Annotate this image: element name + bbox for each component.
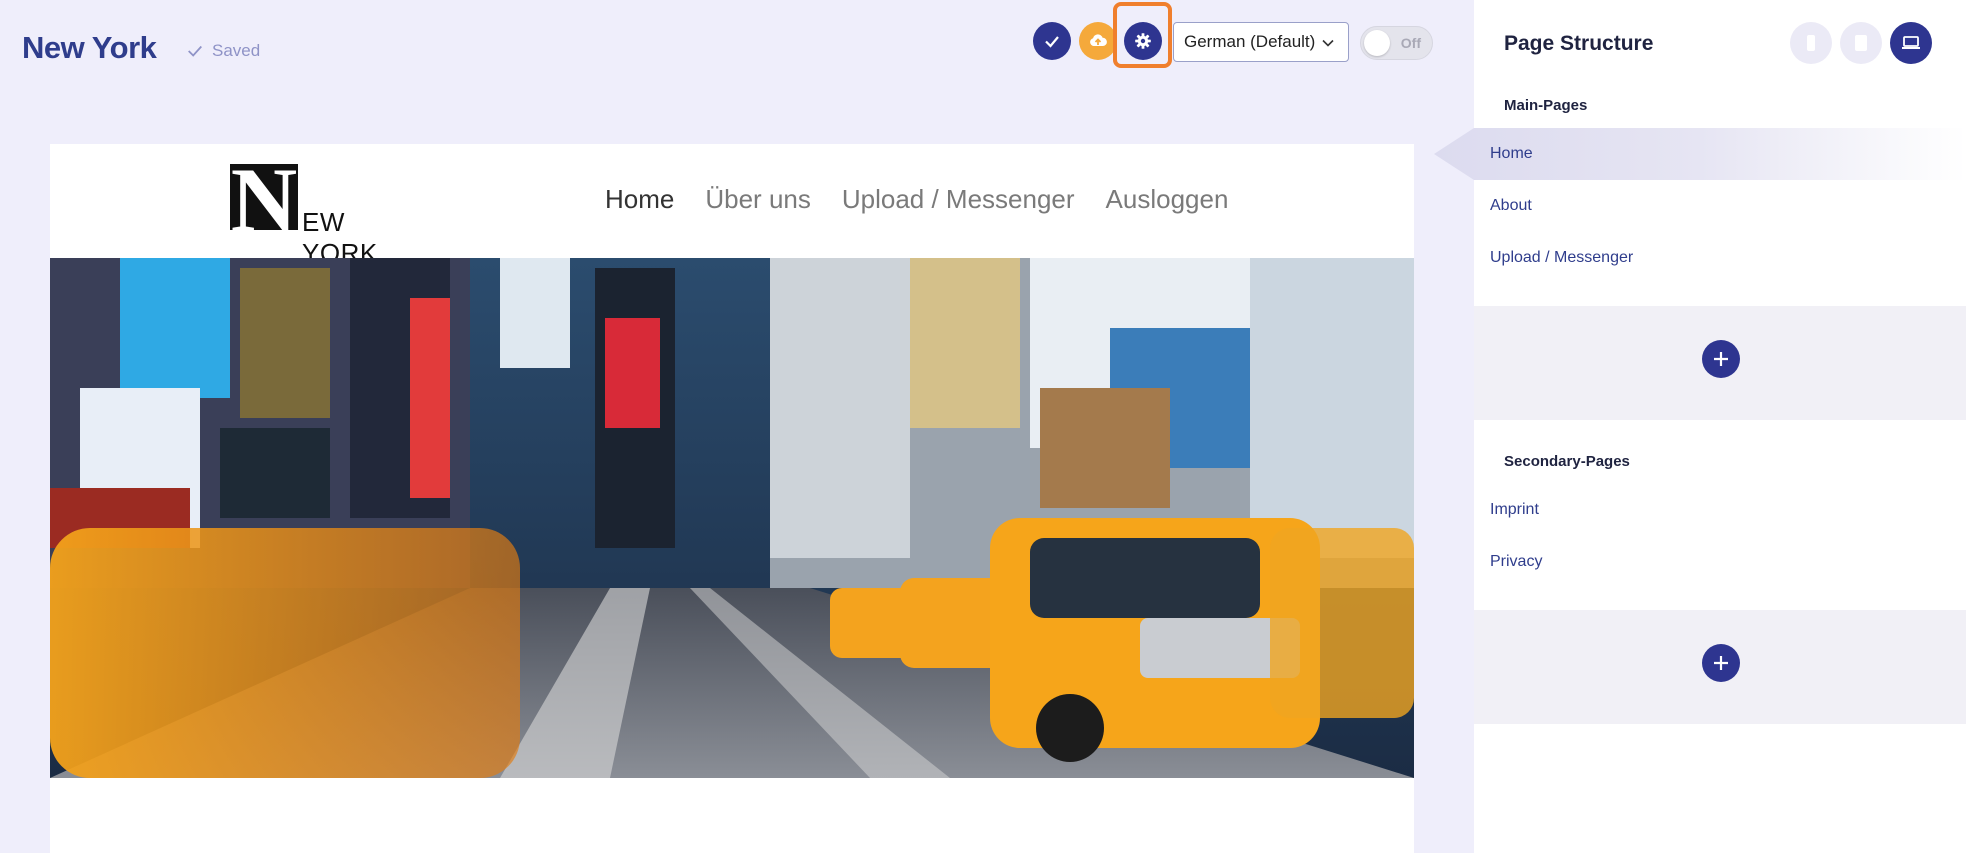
save-status: Saved: [186, 41, 260, 61]
upload-button[interactable]: [1079, 22, 1117, 60]
page-title: New York: [22, 30, 157, 65]
desktop-icon: [1902, 36, 1920, 49]
preview-toggle[interactable]: Off: [1360, 26, 1433, 60]
secondary-pages-title: Secondary-Pages: [1504, 453, 1630, 470]
logo-mark: N: [230, 154, 298, 246]
tablet-view-button[interactable]: [1840, 22, 1882, 64]
desktop-view-button[interactable]: [1890, 22, 1932, 64]
site-nav: Home Über uns Upload / Messenger Auslogg…: [605, 184, 1228, 215]
add-main-page-button[interactable]: [1702, 340, 1740, 378]
language-select[interactable]: German (Default): [1173, 22, 1349, 62]
plus-icon: [1714, 656, 1728, 670]
settings-highlight: [1113, 2, 1172, 68]
tablet-icon: [1855, 35, 1867, 51]
secondary-pages-add-area: [1474, 610, 1966, 724]
site-logo[interactable]: N EW YORK: [230, 154, 420, 268]
main-pages-add-area: [1474, 306, 1966, 420]
page-item-home[interactable]: Home: [1490, 145, 1533, 163]
panel-title: Page Structure: [1504, 32, 1654, 55]
site-nav-home[interactable]: Home: [605, 184, 674, 215]
language-select-value: German (Default): [1184, 32, 1316, 51]
page-item-upload[interactable]: Upload / Messenger: [1490, 249, 1633, 267]
check-icon: [188, 45, 202, 57]
toggle-label: Off: [1400, 35, 1421, 51]
hero-image: [50, 258, 1414, 778]
chevron-down-icon: [1322, 39, 1334, 47]
plus-icon: [1714, 352, 1728, 366]
logo-initial: N: [230, 149, 298, 251]
site-nav-logout[interactable]: Ausloggen: [1106, 184, 1229, 215]
page-structure-panel: Page Structure Main-Pages Home About Upl…: [1434, 0, 1966, 853]
save-status-label: Saved: [212, 41, 261, 60]
add-secondary-page-button[interactable]: [1702, 644, 1740, 682]
mobile-icon: [1807, 35, 1815, 51]
mobile-view-button[interactable]: [1790, 22, 1832, 64]
site-preview: N EW YORK Home Über uns Upload / Messeng…: [50, 144, 1414, 853]
page-item-about[interactable]: About: [1490, 197, 1532, 215]
site-nav-upload[interactable]: Upload / Messenger: [842, 184, 1075, 215]
check-icon: [1045, 36, 1059, 48]
main-pages-title: Main-Pages: [1504, 97, 1588, 114]
page-item-imprint[interactable]: Imprint: [1490, 501, 1539, 519]
publish-button[interactable]: [1033, 22, 1071, 60]
page-item-privacy[interactable]: Privacy: [1490, 553, 1542, 571]
toggle-knob: [1364, 30, 1390, 56]
cloud-upload-icon: [1090, 34, 1107, 46]
site-nav-about[interactable]: Über uns: [705, 184, 811, 215]
